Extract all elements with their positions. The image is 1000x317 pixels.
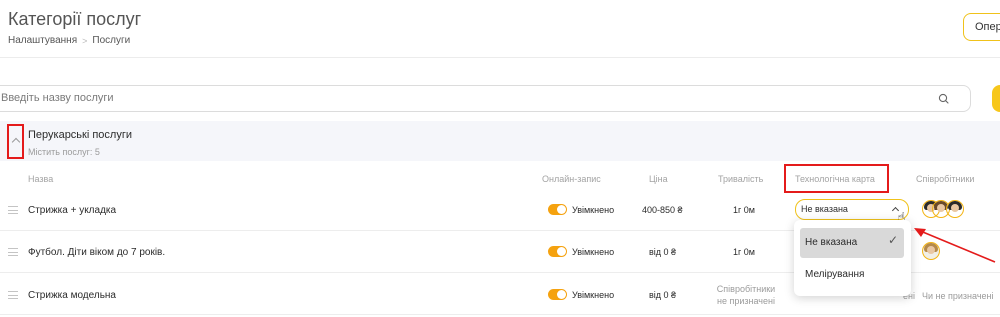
column-online: Онлайн-запис [542,174,601,184]
service-name[interactable]: Стрижка + укладка [28,205,116,216]
online-toggle[interactable] [548,246,567,257]
tech-card-value: Не вказана [801,204,848,214]
drag-handle-icon[interactable] [8,248,18,256]
column-duration: Тривалість [718,174,764,184]
breadcrumb-separator: > [82,35,88,46]
duration-note: Співробітники не призначені [716,284,776,306]
row-divider [0,314,1000,315]
operations-button[interactable]: Опер [963,13,1000,41]
tech-card-select[interactable]: Не вказана [795,199,909,220]
search-icon[interactable] [937,92,951,106]
toggle-knob [557,205,566,214]
page-title: Категорії послуг [8,9,142,29]
page-header: Категорії послуг Налаштування > Послуги … [0,0,1000,58]
service-price: від 0 ₴ [649,247,677,257]
employees-note: Чи не призначені [922,291,994,301]
breadcrumb: Налаштування > Послуги [8,35,130,46]
online-status: Увімкнено [572,247,615,257]
online-status: Увімкнено [572,205,615,215]
service-name[interactable]: Футбол. Діти віком до 7 років. [28,247,165,258]
chevron-up-icon [11,137,21,147]
tech-card-column-highlight [784,164,889,193]
drag-handle-icon[interactable] [8,291,18,299]
group-header [0,121,1000,161]
service-duration: 1г 0м [733,247,755,257]
dropdown-option-selected[interactable]: Не вказана ✓ [800,228,904,258]
dropdown-option-label: Не вказана [805,237,858,248]
column-name: Назва [28,174,54,184]
column-employees: Співробітники [916,174,975,184]
drag-handle-icon[interactable] [8,206,18,214]
toggle-knob [557,247,566,256]
column-price: Ціна [649,174,668,184]
online-status: Увімкнено [572,290,615,300]
online-toggle[interactable] [548,204,567,215]
collapse-toggle[interactable] [7,124,24,159]
service-name[interactable]: Стрижка модельна [28,290,116,301]
breadcrumb-services: Послуги [92,35,131,46]
check-icon: ✓ [888,233,899,247]
search-placeholder: Введіть назву послуги [1,92,114,104]
service-price: 400-850 ₴ [642,205,683,215]
employee-avatar[interactable] [946,200,964,218]
online-toggle[interactable] [548,289,567,300]
service-duration: 1г 0м [733,205,755,215]
search-input[interactable]: Введіть назву послуги [0,85,971,112]
add-service-button[interactable] [992,85,1000,112]
dropdown-option[interactable]: Мелірування [805,269,864,280]
employee-avatar[interactable] [922,242,940,260]
toggle-knob [557,290,566,299]
group-title: Перукарські послуги [28,129,133,141]
tech-card-dropdown: Не вказана ✓ Мелірування [794,220,911,296]
breadcrumb-settings[interactable]: Налаштування [8,35,77,46]
group-count: Містить послуг: 5 [28,147,100,157]
service-price: від 0 ₴ [649,290,677,300]
